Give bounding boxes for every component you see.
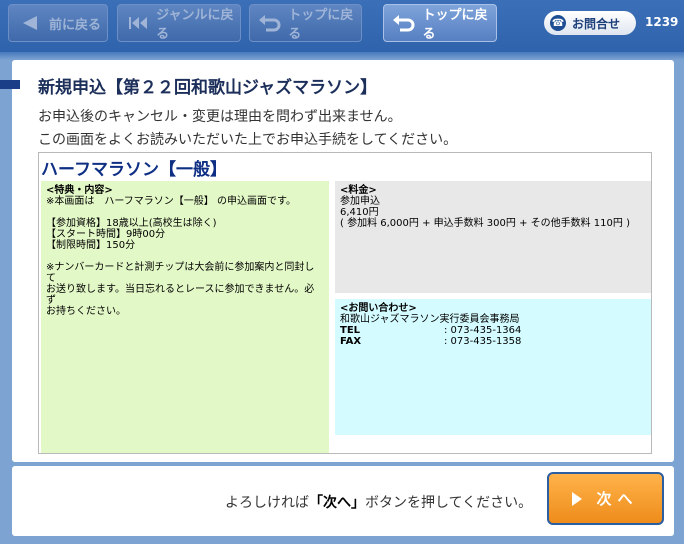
play-arrow-icon <box>572 491 583 506</box>
next-button[interactable]: 次へ <box>547 472 664 525</box>
notice-read-carefully: この画面をよくお読みいただいた上でお申込手続をしてください。 <box>38 132 458 148</box>
fax-label: FAX <box>340 336 362 347</box>
benefit-line: お送り致します。当日忘れるとレースに参加できません。必ず <box>46 284 315 306</box>
fee-section: <料金> 参加申込 6,410円 ( 参加料 6,000円 + 申込手数料 30… <box>335 181 651 293</box>
return-arrow-icon <box>392 13 417 33</box>
fee-amount: 6,410円 <box>340 207 379 218</box>
tel-value: : 073-435-1364 <box>444 325 522 336</box>
instruction-pre: よろしければ <box>225 495 309 511</box>
benefit-line: ※ナンバーカードと計測チップは大会前に参加案内と同封して <box>46 262 315 284</box>
instruction-post: ボタンを押してください。 <box>365 495 533 511</box>
fee-heading: <料金> <box>340 185 377 196</box>
plan-name: ハーフマラソン【一般】 <box>41 160 227 180</box>
benefit-heading: <特典・内容> <box>46 185 113 196</box>
return-arrow-icon <box>258 13 282 33</box>
benefit-line: 【参加資格】18歳以上(高校生は除く) <box>46 218 217 229</box>
benefit-line: 【スタート時間】9時00分 <box>46 229 166 240</box>
back-button-label: 前に戻る <box>49 17 102 33</box>
fee-breakdown: ( 参加料 6,000円 + 申込手数料 300円 + その他手数料 110円 … <box>340 218 630 229</box>
inquiry-button-label: お問合せ <box>572 16 621 31</box>
plan-details-box: ハーフマラソン【一般】 <特典・内容> ※本画面は ハーフマラソン【一般】 の申… <box>38 152 652 454</box>
contact-organization: 和歌山ジャズマラソン実行委員会事務局 <box>340 314 520 325</box>
next-button-label: 次へ <box>596 490 639 508</box>
contact-fax-row: FAX : 073-435-1358 <box>340 336 646 347</box>
next-instruction: よろしければ「次へ」ボタンを押してください。 <box>225 492 532 512</box>
instruction-key: 「次へ」 <box>309 495 365 511</box>
top-button-label: トップに戻る <box>422 8 488 42</box>
top-navigation-bar: 前に戻る ジャンルに戻る トップに戻る トップに戻る ☎ お問合せ 1239 <box>0 0 684 52</box>
benefit-line: お持ちください。 <box>46 306 126 317</box>
inquiry-button[interactable]: ☎ お問合せ <box>544 11 636 35</box>
benefit-line: ※本画面は ハーフマラソン【一般】 の申込画面です。 <box>46 196 296 207</box>
benefit-line: 【制限時間】150分 <box>46 240 136 251</box>
benefit-section: <特典・内容> ※本画面は ハーフマラソン【一般】 の申込画面です。 【参加資格… <box>41 181 329 453</box>
contact-heading: <お問い合わせ> <box>340 303 417 314</box>
back-button[interactable]: 前に戻る <box>8 4 108 42</box>
tel-label: TEL <box>340 325 361 336</box>
fax-value: : 073-435-1358 <box>444 336 522 347</box>
fee-line: 参加申込 <box>340 196 380 207</box>
genre-back-button-label: ジャンルに戻る <box>156 8 234 42</box>
top-button-disabled: トップに戻る <box>249 4 362 42</box>
top-button[interactable]: トップに戻る <box>383 4 497 42</box>
genre-back-button[interactable]: ジャンルに戻る <box>117 4 241 42</box>
page-title: 新規申込【第２２回和歌山ジャズマラソン】 <box>38 78 378 98</box>
title-accent-bar <box>0 80 20 89</box>
phone-icon: ☎ <box>550 15 566 31</box>
contact-section: <お問い合わせ> 和歌山ジャズマラソン実行委員会事務局 TEL : 073-43… <box>335 299 651 435</box>
contact-tel-row: TEL : 073-435-1364 <box>340 325 646 336</box>
skip-back-icon <box>126 13 150 33</box>
notice-cancel: お申込後のキャンセル・変更は理由を問わず出来ません。 <box>38 109 402 125</box>
terminal-id: 1239 <box>645 15 679 29</box>
arrow-left-icon <box>17 13 43 33</box>
top-button-disabled-label: トップに戻る <box>288 8 354 42</box>
